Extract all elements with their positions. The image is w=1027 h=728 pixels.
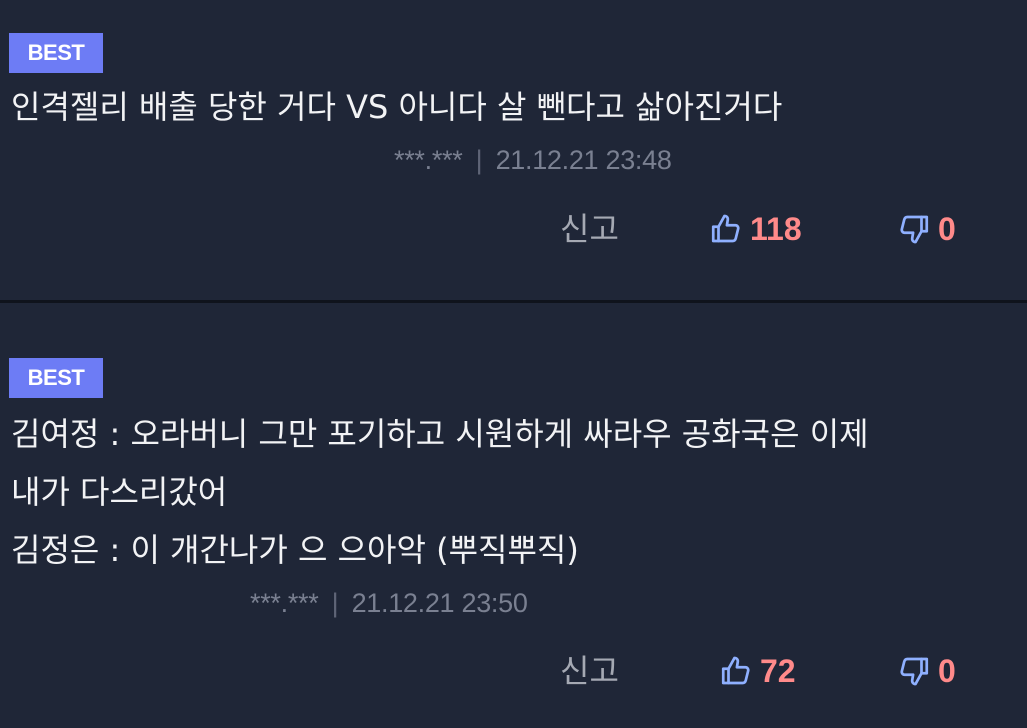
like-count: 72 [760,652,796,689]
like-button[interactable]: 118 [708,209,802,249]
dislike-button[interactable]: 0 [896,209,956,249]
meta-separator: | [331,588,339,618]
ip-address: ***.*** [394,145,463,175]
comment-text-line: 내가 다스리갔어 [11,473,228,511]
best-badge: BEST [9,33,103,73]
comment-divider [0,300,1027,303]
comment-text-line: 김여정 : 오라버니 그만 포기하고 시원하게 싸라우 공화국은 이제 [11,415,869,453]
dislike-count: 0 [938,652,956,689]
comment-meta: ***.*** | 21.12.21 23:50 [250,588,528,619]
dislike-count: 0 [938,210,956,247]
comment-text: 인격젤리 배출 당한 거다 VS 아니다 살 뺀다고 삶아진거다 [11,88,783,126]
like-button[interactable]: 72 [718,651,796,691]
timestamp: 21.12.21 23:48 [495,145,672,175]
timestamp: 21.12.21 23:50 [351,588,528,618]
thumbs-down-icon [896,653,932,689]
report-button[interactable]: 신고 [560,651,619,691]
thumbs-up-icon [708,211,744,247]
thumbs-down-icon [896,211,932,247]
comment-text-line: 김정은 : 이 개간나가 으 으아악 (뿌직뿌직) [11,531,579,569]
meta-separator: | [475,145,483,175]
ip-address: ***.*** [250,588,319,618]
comment-actions: 신고 72 0 [0,651,1027,691]
comment-actions: 신고 118 0 [0,209,1027,249]
thumbs-up-icon [718,653,754,689]
like-count: 118 [750,210,802,247]
dislike-button[interactable]: 0 [896,651,956,691]
comment-meta: ***.*** | 21.12.21 23:48 [394,145,672,176]
report-button[interactable]: 신고 [560,209,619,249]
best-badge: BEST [9,358,103,398]
